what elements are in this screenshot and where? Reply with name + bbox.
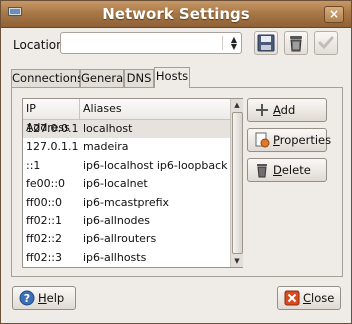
aliases-cell: ip6-allnodes [83, 213, 151, 227]
scrollbar-thumb[interactable] [232, 112, 243, 254]
hosts-list-scrollbar[interactable]: ▲ ▼ [230, 99, 243, 267]
table-row[interactable]: 127.0.0.1 localhost [23, 120, 242, 139]
delete-host-button[interactable]: Delete [247, 158, 327, 182]
aliases-cell: ip6-allhosts [83, 250, 147, 264]
hosts-list-rows: 127.0.0.1 localhost 127.0.1.1 madeira::1 ip6… [23, 120, 242, 267]
tab-dns[interactable]: DNS [124, 69, 154, 87]
tab-connections[interactable]: Connections [11, 69, 83, 87]
checkmark-icon [318, 36, 334, 50]
combo-separator [222, 36, 223, 50]
svg-text:?: ? [24, 292, 30, 305]
hosts-list-header: IP Address Aliases [23, 99, 242, 134]
ip-address-cell: 127.0.0.1 [26, 122, 79, 135]
aliases-column-header[interactable]: Aliases [80, 99, 122, 119]
ip-address-cell: fe00::0 [26, 177, 66, 191]
scroll-down-icon[interactable]: ▼ [231, 255, 243, 267]
ip-address-cell: ff02::2 [26, 232, 62, 246]
trash-icon [290, 36, 302, 52]
properties-icon [255, 132, 270, 148]
tab-general[interactable]: General [80, 69, 126, 87]
table-row[interactable]: ff02::1 ip6-allnodes [23, 212, 242, 230]
window-title: Network Settings [102, 5, 250, 23]
table-row[interactable]: ff02::3 ip6-allhosts [23, 249, 242, 267]
floppy-disk-icon [257, 34, 275, 52]
window-close-button[interactable]: × [324, 6, 344, 23]
title-bar[interactable]: Network Settings × [1, 1, 351, 28]
table-row[interactable]: 127.0.1.1 madeira [23, 138, 242, 156]
aliases-cell: ip6-allrouters [83, 232, 157, 246]
ip-address-column-header[interactable]: IP Address [23, 99, 80, 134]
aliases-cell: madeira [83, 140, 129, 154]
help-button[interactable]: ? Help [12, 286, 76, 310]
aliases-cell: ip6-localnet [83, 177, 148, 191]
apply-location-button[interactable] [314, 31, 338, 55]
location-combobox[interactable]: ▲ ▼ [60, 32, 242, 54]
ip-address-cell: ff00::0 [26, 195, 62, 209]
ip-address-cell: ff02::3 [26, 250, 62, 264]
scroll-up-icon[interactable]: ▲ [231, 99, 243, 111]
save-location-button[interactable] [254, 31, 278, 55]
aliases-cell: ip6-localhost ip6-loopback [83, 158, 228, 172]
tab-hosts[interactable]: Hosts [154, 67, 190, 88]
trash-icon [257, 164, 267, 178]
chevron-up-down-icon: ▲ ▼ [230, 35, 237, 51]
add-host-button[interactable]: Add [247, 98, 327, 122]
close-button[interactable]: Close [277, 286, 341, 310]
ip-address-cell: ::1 [26, 158, 41, 172]
table-row[interactable]: fe00::0 ip6-localnet [23, 175, 242, 193]
aliases-cell: ip6-mcastprefix [83, 195, 170, 209]
ip-address-cell: 127.0.1.1 [26, 140, 79, 154]
help-icon: ? [19, 290, 35, 306]
table-row[interactable]: ff02::2 ip6-allrouters [23, 230, 242, 248]
close-icon: × [328, 7, 340, 21]
table-row[interactable]: ff00::0 ip6-mcastprefix [23, 194, 242, 212]
plus-icon [256, 104, 268, 116]
table-row[interactable]: ::1 ip6-localhost ip6-loopback [23, 157, 242, 175]
close-x-icon [284, 290, 300, 306]
host-properties-button[interactable]: Properties [247, 128, 331, 152]
delete-location-button[interactable] [284, 31, 308, 55]
network-settings-window: Network Settings × Location: ▲ ▼ Connect… [0, 0, 352, 324]
ip-address-cell: ff02::1 [26, 213, 62, 227]
aliases-cell: localhost [83, 122, 133, 135]
hosts-list[interactable]: IP Address Aliases 127.0.0.1 localhost 127… [22, 98, 243, 268]
